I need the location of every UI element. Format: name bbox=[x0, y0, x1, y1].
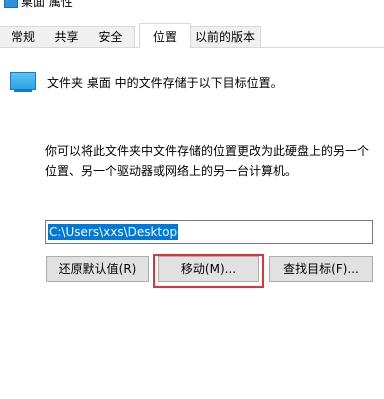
tab-location[interactable]: 位置 bbox=[139, 23, 191, 48]
folder-icon bbox=[10, 72, 36, 92]
title-bar: 桌面 属性 bbox=[0, 0, 384, 22]
tab-previous-versions[interactable]: 以前的版本 bbox=[190, 26, 261, 47]
location-description-line1: 你可以将此文件夹中文件存储的位置更改为此硬盘上的另一个 bbox=[45, 144, 370, 158]
window-title: 桌面 属性 bbox=[21, 0, 73, 9]
move-button[interactable]: 移动(M)... bbox=[158, 256, 259, 282]
tab-sharing[interactable]: 共享 bbox=[46, 26, 88, 47]
location-path-value: C:\Users\xxs\Desktop bbox=[48, 224, 179, 240]
location-path-input[interactable]: C:\Users\xxs\Desktop bbox=[45, 220, 373, 244]
tab-general[interactable]: 常规 bbox=[0, 26, 47, 47]
tab-security[interactable]: 安全 bbox=[87, 26, 135, 47]
find-target-button[interactable]: 查找目标(F)... bbox=[269, 256, 373, 282]
restore-default-button[interactable]: 还原默认值(R) bbox=[46, 256, 149, 282]
location-heading: 文件夹 桌面 中的文件存储于以下目标位置。 bbox=[47, 76, 283, 90]
location-description-line2: 位置、另一个驱动器或网络上的另一台计算机。 bbox=[45, 164, 298, 178]
window-folder-icon bbox=[4, 0, 18, 8]
tab-strip: 常规 共享 安全 位置 以前的版本 bbox=[0, 23, 384, 48]
